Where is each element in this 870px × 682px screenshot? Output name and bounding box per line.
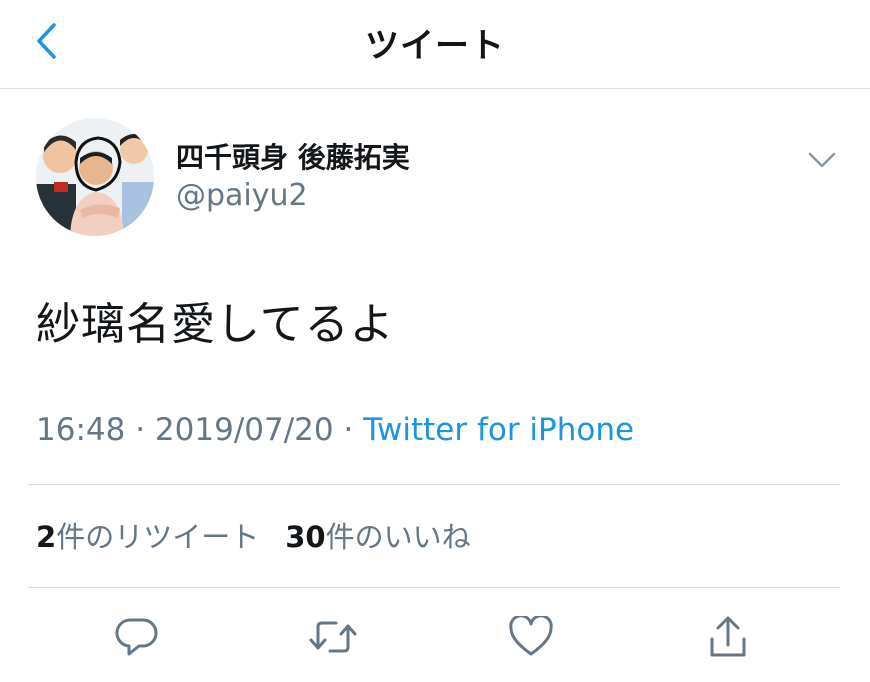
reply-button[interactable] [112, 612, 162, 662]
likes-stat[interactable]: 30件のいいね [285, 520, 470, 554]
tweet-menu-button[interactable] [804, 146, 840, 174]
engagement-stats: 2件のリツイート 30件のいいね [36, 514, 471, 556]
divider [28, 587, 840, 588]
avatar[interactable] [36, 118, 154, 236]
display-name[interactable]: 四千頭身 後藤拓実 [176, 136, 410, 176]
username[interactable]: @paiyu2 [176, 178, 308, 213]
tweet-meta: 16:48 · 2019/07/20 · Twitter for iPhone [36, 412, 634, 448]
retweet-icon [309, 621, 357, 653]
share-button[interactable] [703, 612, 753, 662]
retweet-label: 件のリツイート [56, 520, 260, 554]
tweet-date: 2019/07/20 [154, 412, 334, 448]
like-label: 件のいいね [325, 520, 471, 554]
like-button[interactable] [506, 612, 556, 662]
retweet-count: 2 [36, 520, 57, 554]
reply-icon [115, 618, 158, 656]
chevron-down-icon [808, 152, 836, 168]
retweet-button[interactable] [308, 612, 358, 662]
meta-separator: · [135, 412, 146, 448]
tweet-detail-screen: ツイート 四千頭身 後藤拓実 @paiyu2 紗璃名愛してるよ 16:48 · … [0, 0, 870, 682]
retweets-stat[interactable]: 2件のリツイート [36, 520, 259, 554]
like-count: 30 [285, 520, 326, 554]
divider [28, 484, 840, 485]
nav-header: ツイート [0, 0, 870, 89]
tweet-source-link[interactable]: Twitter for iPhone [363, 412, 634, 448]
meta-separator: · [343, 412, 354, 448]
page-title: ツイート [365, 26, 505, 66]
like-icon [509, 616, 553, 656]
tweet-text: 紗璃名愛してるよ [36, 299, 395, 350]
share-icon [710, 616, 746, 657]
tweet-time: 16:48 [36, 412, 126, 448]
avatar-photo [36, 118, 154, 236]
